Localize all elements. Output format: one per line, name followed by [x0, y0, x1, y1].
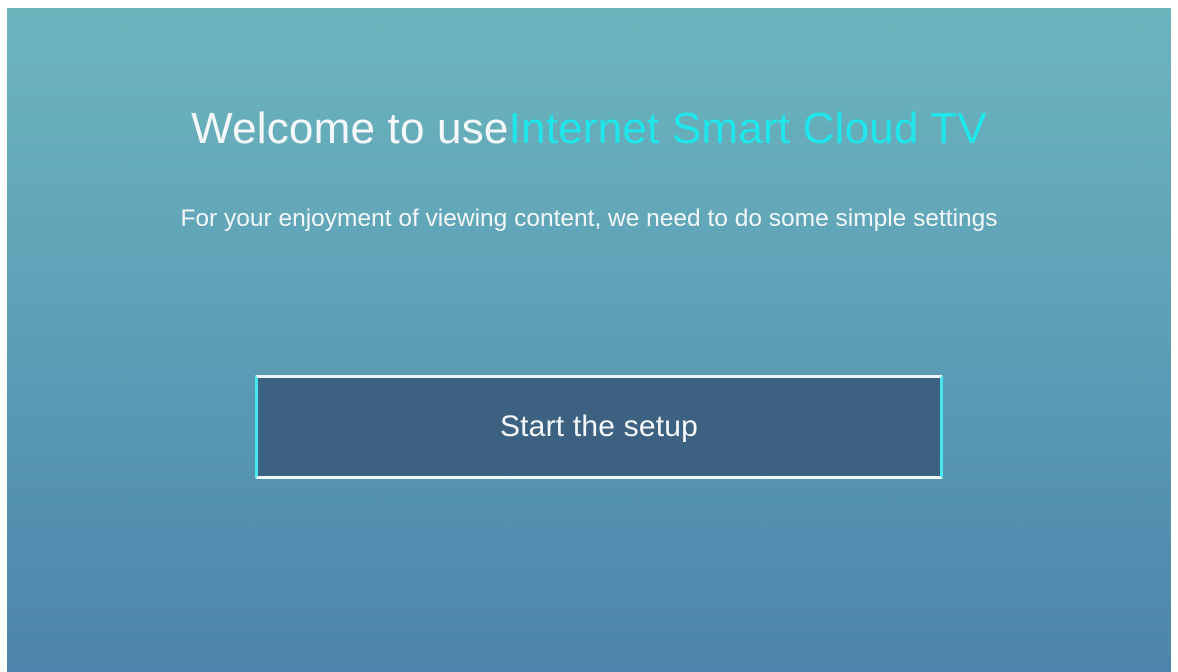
start-setup-button[interactable]: Start the setup: [255, 375, 943, 479]
setup-welcome-screen: Welcome to useInternet Smart Cloud TV Fo…: [7, 8, 1171, 672]
start-setup-label: Start the setup: [499, 410, 699, 443]
brand-name: Internet Smart Cloud TV: [508, 104, 987, 153]
welcome-subtitle: For your enjoyment of viewing content, w…: [180, 205, 998, 232]
welcome-title: Welcome to useInternet Smart Cloud TV: [7, 101, 1171, 157]
welcome-prefix: Welcome to use: [191, 104, 509, 153]
